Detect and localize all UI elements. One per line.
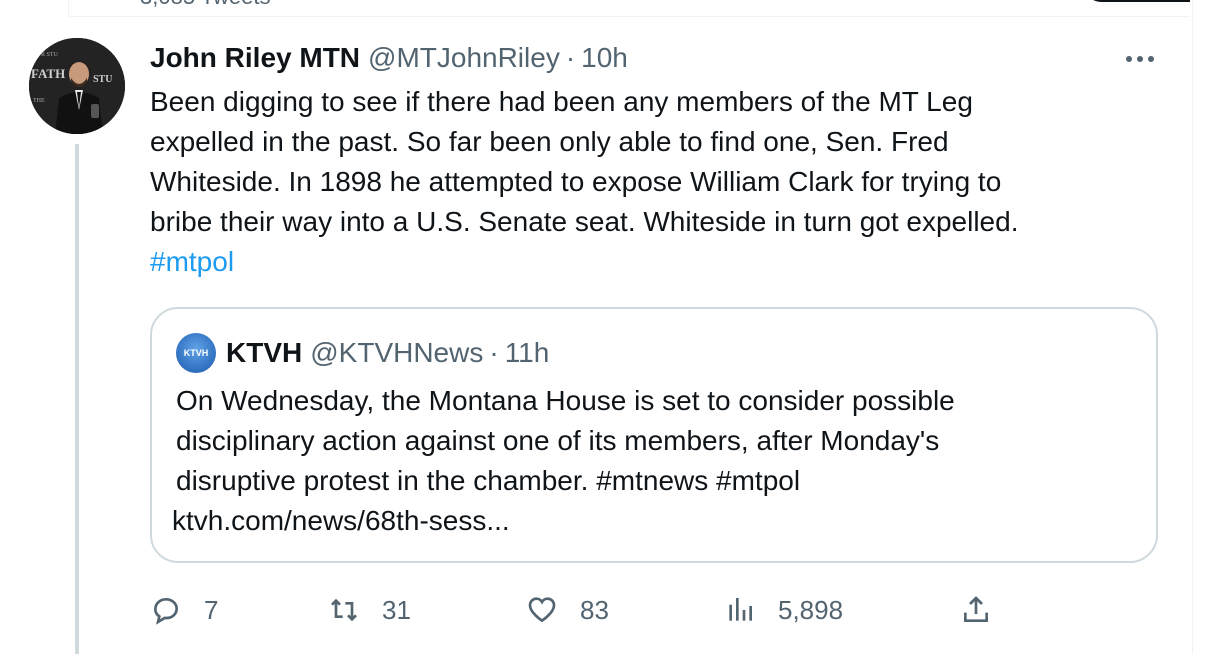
views-button[interactable]: 5,898 [724,590,843,630]
like-count: 83 [580,594,609,625]
tweet-timestamp[interactable]: 10h [581,38,628,78]
share-icon [964,596,988,622]
thread-connector-line [75,144,79,654]
header-separator: · [565,42,576,73]
svg-text:FATH: FATH [31,66,65,81]
tweet-text: Been digging to see if there had been an… [150,82,1160,282]
follow-button[interactable] [1085,0,1190,2]
retweet-button[interactable]: 31 [328,590,411,630]
heart-icon [528,597,556,623]
tweet-text-line: bribe their way into a U.S. Senate seat.… [150,206,1019,237]
tweet-text-line: Been digging to see if there had been an… [150,86,973,117]
more-options-icon [1126,56,1154,62]
svg-text:R STU: R STU [41,52,59,58]
quoted-tweet-timestamp[interactable]: 11h [505,333,550,373]
author-handle[interactable]: @MTJohnRiley [368,38,560,78]
share-button[interactable] [960,590,992,630]
like-button[interactable]: 83 [526,590,609,630]
more-options-button[interactable] [1120,44,1160,74]
quoted-author-avatar[interactable]: KTVH [176,333,216,373]
svg-text:THE: THE [33,98,45,104]
quoted-header-separator: · [489,337,499,368]
author-avatar-image: FATH STU R STU THE [29,38,125,134]
author-avatar[interactable]: FATH STU R STU THE [29,38,125,134]
column-border-left [68,0,69,18]
quoted-avatar-label: KTVH [183,348,209,358]
column-border-right [1192,0,1193,654]
retweet-icon [331,598,357,622]
svg-text:STU: STU [93,74,112,85]
quoted-author-name[interactable]: KTVH [226,333,302,373]
views-icon [729,598,752,621]
reply-count: 7 [204,594,219,625]
quoted-text-line: On Wednesday, the Montana House is set t… [176,385,955,416]
quoted-tweet-link[interactable]: ktvh.com/news/68th-sess... [172,501,1136,541]
tweet-text-line: expelled in the past. So far been only a… [150,126,949,157]
quoted-author-handle[interactable]: @KTVHNews [310,333,483,373]
hashtag-link[interactable]: #mtpol [150,242,1160,282]
reply-icon [153,597,179,625]
tweet-count: 3,085 Tweets [140,0,270,10]
quoted-tweet-header: KTVH KTVH @KTVHNews · 11h [176,333,549,373]
retweet-count: 31 [382,594,411,625]
author-name[interactable]: John Riley MTN [150,38,360,78]
tweet-text-line: Whiteside. In 1898 he attempted to expos… [150,166,1002,197]
quoted-text-line: disruptive protest in the chamber. #mtne… [176,465,801,496]
quoted-tweet-card[interactable]: KTVH KTVH @KTVHNews · 11h On Wednesday, … [150,307,1158,563]
previous-tweet-strip: 3,085 Tweets [70,0,1190,17]
tweet-header: John Riley MTN @MTJohnRiley · 10h [150,38,628,78]
quoted-tweet-text: On Wednesday, the Montana House is set t… [172,381,1136,541]
quoted-text-line: disciplinary action against one of its m… [176,425,940,456]
tweet-action-bar: 7 31 83 5,898 [150,590,1160,630]
reply-button[interactable]: 7 [150,590,218,630]
views-count: 5,898 [778,594,844,625]
